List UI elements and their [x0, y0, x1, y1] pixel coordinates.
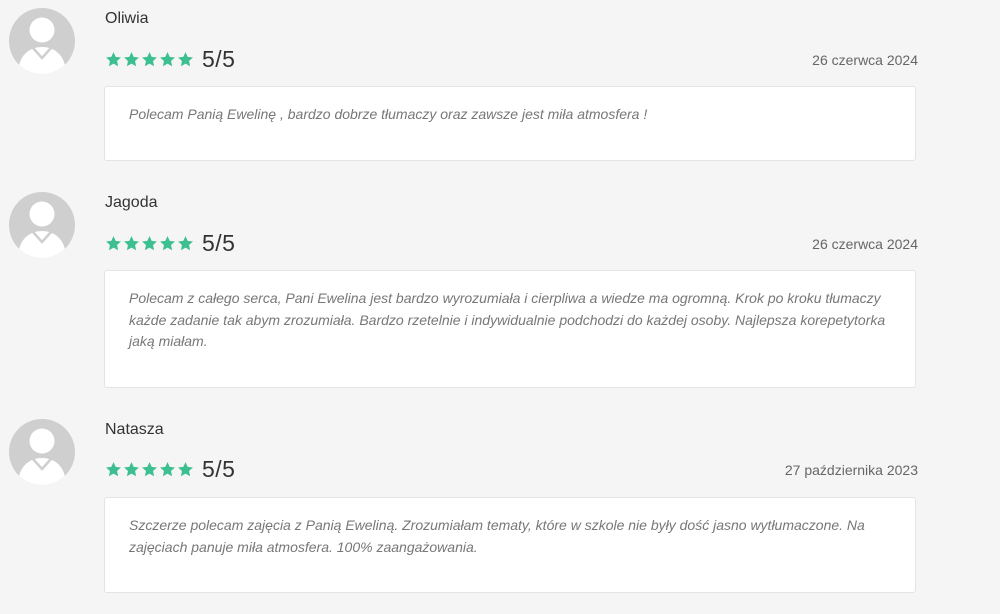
review-card: Szczerze polecam zajęcia z Panią Eweliną… [104, 497, 916, 593]
review-card: Polecam Panią Ewelinę , bardzo dobrze tł… [104, 86, 916, 161]
rating-score: 5/5 [202, 45, 236, 72]
star-icon [142, 51, 157, 66]
star-icon [124, 235, 139, 250]
rating: 5/5 [105, 228, 235, 258]
star-icon [178, 235, 193, 250]
star-icon [124, 51, 139, 66]
star-rating [105, 235, 194, 252]
star-icon [160, 461, 175, 476]
rating: 5/5 [105, 454, 235, 484]
review-card: Polecam z całego serca, Pani Ewelina jes… [104, 270, 916, 388]
reviews-list: Oliwia 5/5 26 czerwca 2024 Polecam Panią… [0, 0, 1000, 614]
star-icon [160, 51, 175, 66]
user-silhouette-icon [18, 201, 66, 258]
review-date: 27 października 2023 [784, 462, 918, 478]
review-item: Natasza 5/5 27 października 2023 Szczerz… [0, 419, 1000, 599]
review-date: 26 czerwca 2024 [812, 52, 918, 68]
star-icon [106, 461, 121, 476]
review-author: Natasza [105, 421, 164, 438]
star-icon [142, 235, 157, 250]
star-icon [178, 51, 193, 66]
user-silhouette-icon [18, 17, 66, 74]
star-icon [178, 461, 193, 476]
review-text: Polecam Panią Ewelinę , bardzo dobrze tł… [129, 106, 648, 122]
star-rating [105, 461, 194, 478]
review-text: Szczerze polecam zajęcia z Panią Eweliną… [129, 517, 865, 555]
user-silhouette-icon [18, 428, 66, 485]
rating: 5/5 [105, 44, 235, 74]
review-item: Oliwia 5/5 26 czerwca 2024 Polecam Panią… [0, 8, 1000, 168]
review-item: Jagoda 5/5 26 czerwca 2024 Polecam z cał… [0, 192, 1000, 392]
review-author: Oliwia [105, 10, 149, 27]
review-text: Polecam z całego serca, Pani Ewelina jes… [129, 290, 886, 349]
rating-score: 5/5 [202, 229, 236, 256]
avatar [9, 192, 75, 258]
avatar [9, 8, 75, 74]
star-icon [160, 235, 175, 250]
star-icon [106, 235, 121, 250]
review-date: 26 czerwca 2024 [812, 236, 918, 252]
review-author: Jagoda [105, 194, 158, 211]
star-icon [142, 461, 157, 476]
rating-score: 5/5 [202, 455, 236, 482]
star-icon [124, 461, 139, 476]
avatar [9, 419, 75, 485]
star-rating [105, 51, 194, 68]
star-icon [106, 51, 121, 66]
